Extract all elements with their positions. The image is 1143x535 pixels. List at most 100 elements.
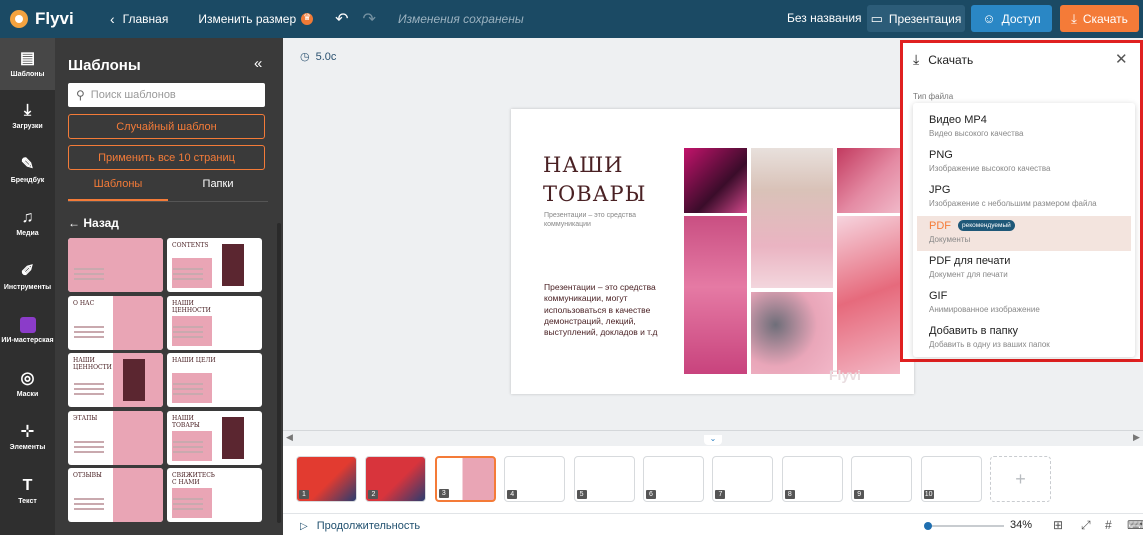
panel-scrollbar[interactable]: [277, 223, 281, 523]
rail-item-upload[interactable]: ⤓ Загрузки: [0, 90, 55, 144]
slide-title[interactable]: НАШИ ТОВАРЫ: [543, 151, 646, 209]
presentation-button[interactable]: ▭ Презентация: [867, 5, 965, 32]
option-name: PDF для печати: [929, 255, 1131, 267]
document-title[interactable]: Без названия: [787, 11, 862, 25]
rail-item-elements[interactable]: ⊹ Элементы: [0, 411, 55, 465]
page-number: 4: [507, 490, 518, 499]
page-thumbnail[interactable]: 10: [920, 456, 982, 502]
option-label: GIF: [929, 290, 948, 302]
template-thumbnail[interactable]: [68, 238, 163, 292]
rail-item-tools[interactable]: ✐ Инструменты: [0, 251, 55, 305]
rail-item-ai[interactable]: ИИ-мастерская: [0, 304, 55, 358]
template-thumbnail[interactable]: О НАС: [68, 295, 163, 350]
collapse-pages-icon[interactable]: ⌄: [704, 435, 722, 445]
template-thumbnail[interactable]: НАШИ ЦЕННОСТИ: [167, 295, 262, 350]
slide-photo[interactable]: [837, 148, 900, 213]
slide-body[interactable]: Презентации – это средства коммуникации,…: [544, 282, 664, 338]
slide[interactable]: НАШИ ТОВАРЫ Презентации – это средства к…: [511, 109, 914, 394]
undo-icon[interactable]: ↶: [335, 9, 348, 29]
page-thumbnail[interactable]: 7: [712, 456, 774, 502]
slide-photo[interactable]: [837, 216, 900, 374]
rail-item-label: Брендбук: [10, 176, 45, 184]
tools-icon: ✐: [20, 262, 35, 280]
thumbnail-line: [74, 393, 104, 395]
slide-photo[interactable]: [751, 292, 833, 374]
close-icon[interactable]: ✕: [1115, 50, 1128, 68]
page-thumbnail[interactable]: 9: [851, 456, 913, 502]
page-thumbnail[interactable]: 4: [504, 456, 566, 502]
template-thumbnail[interactable]: НАШИ ЦЕЛИ: [167, 353, 262, 407]
slide-photo[interactable]: [684, 216, 747, 374]
file-type-dropdown[interactable]: Видео MP4 Видео высокого качества PNG Изобр…: [913, 103, 1135, 357]
play-icon: ▷: [300, 520, 308, 532]
tab-folders[interactable]: Папки: [168, 178, 268, 201]
file-type-option[interactable]: PDF для печати Документ для печати: [917, 251, 1131, 286]
template-thumbnail[interactable]: НАШИ ТОВАРЫ: [167, 410, 262, 465]
download-button[interactable]: ⤓ Скачать: [1060, 5, 1139, 32]
resize-button[interactable]: Изменить размер: [198, 12, 314, 26]
file-type-option[interactable]: Видео MP4 Видео высокого качества: [917, 110, 1131, 145]
file-type-option[interactable]: GIF Анимированное изображение: [917, 286, 1131, 321]
slide-subtitle[interactable]: Презентации – это средства коммуникации: [544, 211, 654, 229]
grid-view-icon[interactable]: ⊞: [1053, 518, 1063, 532]
rail-item-brandbook[interactable]: ✎ Брендбук: [0, 144, 55, 198]
random-template-button[interactable]: Случайный шаблон: [68, 114, 265, 139]
page-thumbnail[interactable]: 2: [365, 456, 427, 502]
rail-item-media[interactable]: ♫ Медиа: [0, 197, 55, 251]
page-number: 10: [923, 490, 934, 499]
add-page-button[interactable]: +: [990, 456, 1051, 502]
page-thumbnail[interactable]: 1: [296, 456, 357, 502]
thumbnail-line: [74, 330, 104, 333]
file-type-option[interactable]: PDF рекомендуемый Документы: [917, 215, 1131, 251]
file-type-label: Тип файла: [913, 92, 954, 101]
thumbnail-line: [173, 503, 203, 505]
template-thumbnail[interactable]: ОТЗЫВЫ: [68, 468, 163, 522]
redo-icon[interactable]: ↷: [363, 9, 376, 29]
option-description: Анимированное изображение: [929, 305, 1040, 314]
file-type-option[interactable]: PNG Изображение высокого качества: [917, 145, 1131, 180]
search-input[interactable]: ⚲ Поиск шаблонов: [68, 83, 265, 107]
home-link[interactable]: ‹ Главная: [110, 11, 168, 27]
back-link[interactable]: ← Назад: [68, 216, 119, 230]
slide-photo[interactable]: [751, 148, 833, 288]
rail-item-masks[interactable]: ◎ Маски: [0, 358, 55, 412]
slide-duration[interactable]: ◷ 5.0с: [300, 50, 336, 64]
slide-photo[interactable]: [684, 148, 747, 213]
scroll-left-icon[interactable]: ◀: [286, 432, 293, 443]
apply-all-pages-button[interactable]: Применить все 10 страниц: [68, 145, 265, 170]
duration-button[interactable]: ▷ Продолжительность: [300, 520, 420, 532]
page-number: 7: [715, 490, 726, 499]
logo[interactable]: Flyvi: [10, 9, 90, 29]
file-type-option[interactable]: Добавить в папку Добавить в одну из ваших…: [917, 321, 1131, 356]
page-thumbnail[interactable]: 6: [643, 456, 704, 502]
rail-item-templates[interactable]: ▤ Шаблоны: [0, 38, 55, 90]
keyboard-icon[interactable]: ⌨: [1127, 518, 1143, 532]
thumbnail-line: [173, 440, 203, 443]
rail-item-text[interactable]: T Текст: [0, 465, 55, 519]
zoom-knob[interactable]: [924, 522, 933, 530]
template-thumbnail[interactable]: ЭТАПЫ: [68, 410, 163, 465]
thumbnail-line: [74, 278, 104, 280]
scroll-right-icon[interactable]: ▶: [1133, 432, 1140, 443]
download-panel-title: Скачать: [928, 52, 974, 67]
grid-lines-icon[interactable]: #: [1105, 518, 1112, 532]
elements-icon: ⊹: [20, 423, 35, 441]
access-button[interactable]: ☺ Доступ: [971, 5, 1052, 32]
fullscreen-icon[interactable]: ⤢: [1081, 518, 1091, 533]
template-thumbnail[interactable]: СВЯЖИТЕСЬ С НАМИ: [167, 468, 262, 522]
tab-templates[interactable]: Шаблоны: [68, 178, 168, 201]
template-thumbnail[interactable]: CONTENTS: [167, 238, 262, 292]
zoom-slider[interactable]: [924, 522, 1004, 530]
collapse-panel-icon[interactable]: «: [254, 55, 262, 72]
page-thumbnail[interactable]: 5: [573, 456, 635, 502]
left-rail: ▤ Шаблоны ⤓ Загрузки ✎ Брендбук ♫ Медиа ✐ Инструм…: [0, 38, 55, 535]
page-thumbnail[interactable]: 8: [781, 456, 843, 502]
file-type-option[interactable]: JPG Изображение с небольшим размером файл…: [917, 180, 1131, 215]
option-description: Документы: [929, 234, 971, 244]
timer-icon: ◷: [300, 51, 310, 63]
page-number: 8: [784, 490, 795, 499]
thumbnail-line: [173, 330, 203, 333]
template-thumbnail[interactable]: НАШИ ЦЕННОСТИ: [68, 353, 163, 407]
option-label: PDF для печати: [929, 254, 1011, 267]
page-thumbnail[interactable]: 3: [434, 456, 496, 502]
